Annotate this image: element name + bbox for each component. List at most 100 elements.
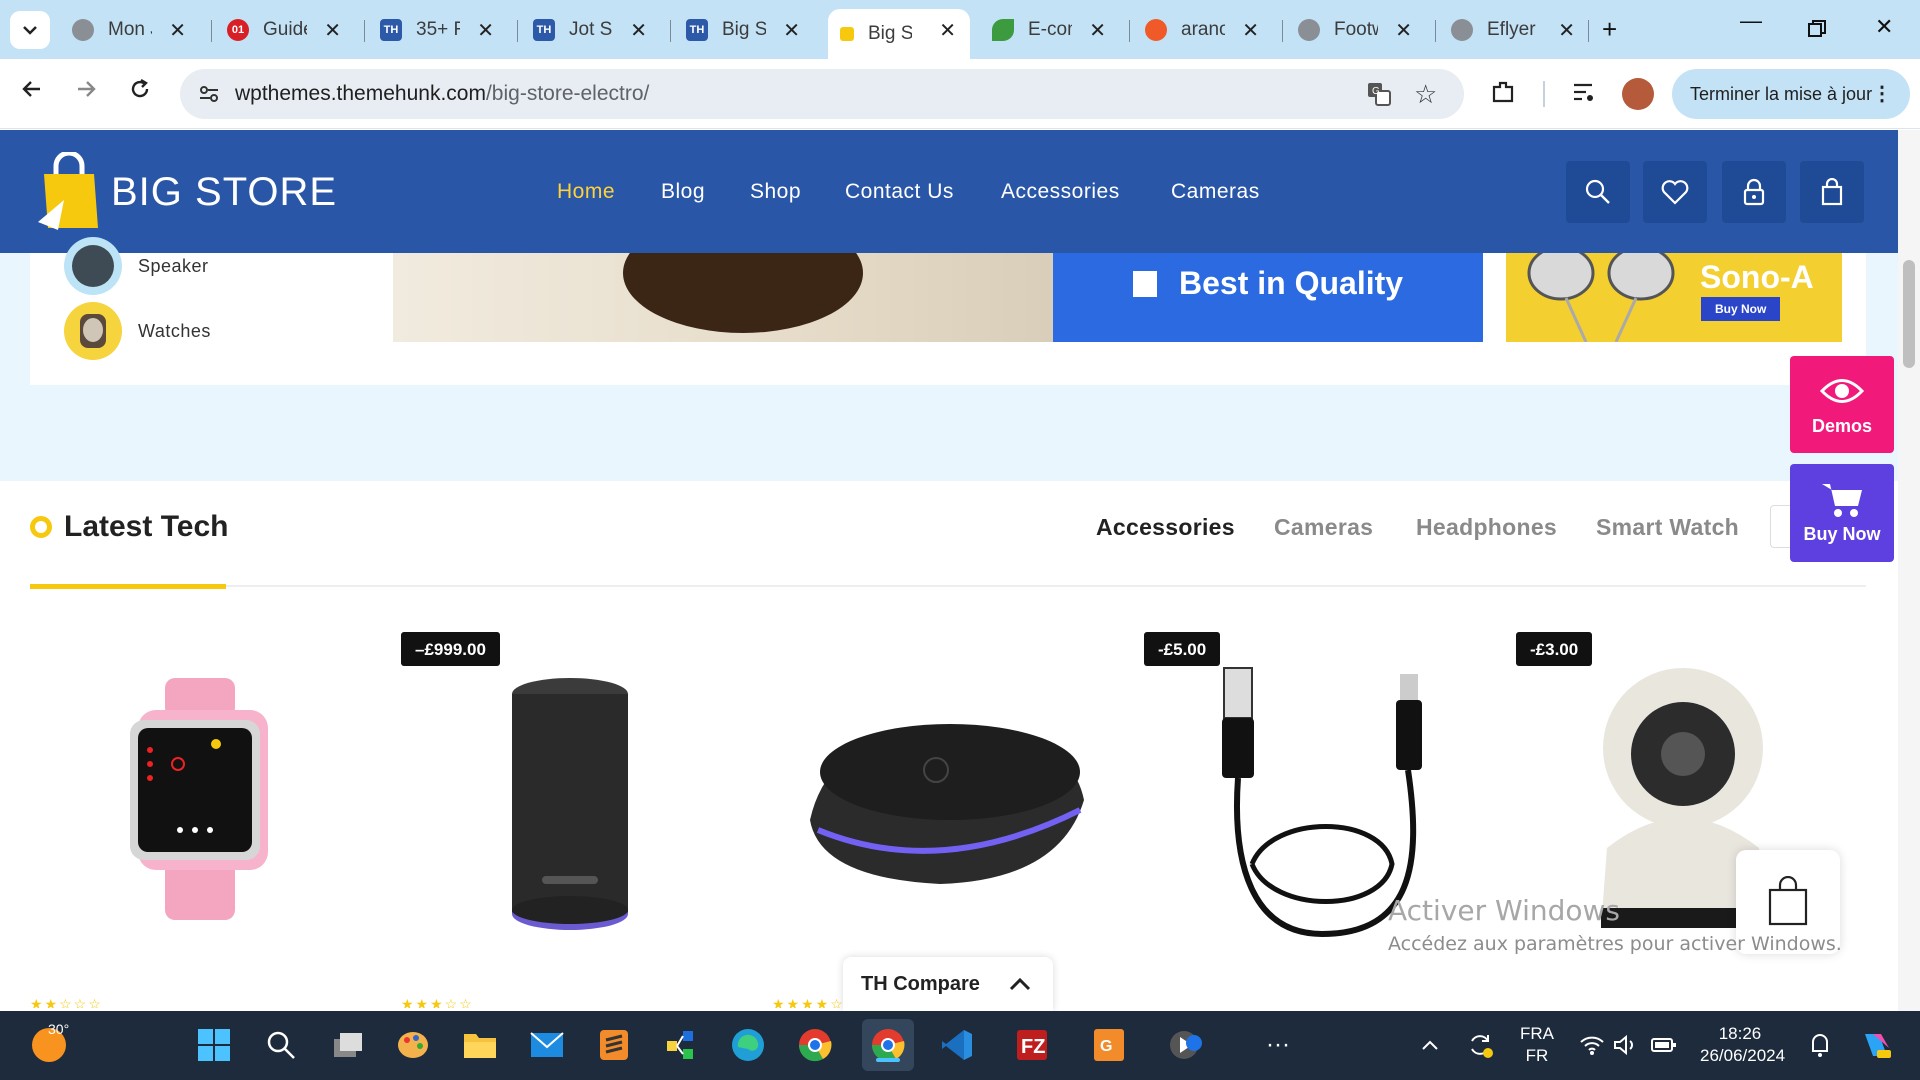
- profile-avatar[interactable]: [1622, 78, 1654, 110]
- more-apps-icon[interactable]: ···: [1258, 1025, 1298, 1065]
- browser-tab[interactable]: 01 Guide ✕: [215, 9, 355, 51]
- copilot-icon[interactable]: [1856, 1025, 1896, 1065]
- buy-now-button[interactable]: Buy Now: [1790, 464, 1894, 562]
- category-speaker[interactable]: Speaker: [64, 237, 209, 295]
- reload-icon[interactable]: [128, 77, 152, 108]
- search-icon[interactable]: [261, 1025, 301, 1065]
- cart-button[interactable]: [1800, 161, 1864, 223]
- tab-headphones[interactable]: Headphones: [1416, 514, 1557, 541]
- th-compare-bar[interactable]: TH Compare: [843, 957, 1053, 1011]
- close-tab-icon[interactable]: ✕: [169, 18, 186, 43]
- product-card-wireless-charger[interactable]: [800, 710, 1090, 895]
- category-label: Watches: [138, 320, 211, 341]
- browser-tab[interactable]: TH Jot Sh ✕: [521, 9, 661, 51]
- filezilla-icon[interactable]: FZ: [1012, 1025, 1052, 1065]
- close-tab-icon[interactable]: ✕: [1395, 18, 1412, 43]
- close-tab-icon[interactable]: ✕: [324, 18, 341, 43]
- account-button[interactable]: [1722, 161, 1786, 223]
- new-tab-icon[interactable]: +: [1602, 14, 1617, 45]
- tab-smart-watch[interactable]: Smart Watch: [1596, 514, 1739, 541]
- volume-icon[interactable]: [1606, 1025, 1646, 1065]
- forward-arrow-icon[interactable]: [74, 77, 98, 108]
- side-banner-buy-button[interactable]: Buy Now: [1701, 297, 1781, 321]
- sync-icon[interactable]: [1460, 1025, 1500, 1065]
- mail-icon[interactable]: [527, 1025, 567, 1065]
- network-app-icon[interactable]: [661, 1025, 701, 1065]
- browser-tab-active[interactable]: Big St ✕: [828, 9, 970, 59]
- activate-subtitle: Accédez aux paramètres pour activer Wind…: [1388, 933, 1842, 955]
- media-queue-icon[interactable]: [1572, 81, 1596, 108]
- keyboard-language[interactable]: FRA FR: [1520, 1023, 1554, 1067]
- system-clock[interactable]: 18:26 26/06/2024: [1700, 1023, 1785, 1067]
- tab-title: Eflyer: [1487, 19, 1536, 40]
- tab-title: Jot Sh: [569, 19, 613, 40]
- close-tab-icon[interactable]: ✕: [1242, 18, 1259, 43]
- restore-icon[interactable]: [1808, 18, 1826, 44]
- browser-tab[interactable]: TH 35+ F ✕: [368, 9, 508, 51]
- edge-browser-icon[interactable]: [728, 1025, 768, 1065]
- close-tab-icon[interactable]: ✕: [1558, 18, 1575, 43]
- translate-icon[interactable]: G: [1366, 81, 1392, 112]
- chrome-browser-icon[interactable]: [795, 1025, 835, 1065]
- product-card-pink-watch[interactable]: [120, 660, 280, 935]
- search-button[interactable]: [1566, 161, 1630, 223]
- tab-search-button[interactable]: [10, 11, 50, 49]
- tab-title: E-com: [1028, 19, 1072, 40]
- extensions-icon[interactable]: [1490, 79, 1516, 110]
- category-watches[interactable]: Watches: [64, 302, 211, 360]
- close-tab-icon[interactable]: ✕: [630, 18, 647, 43]
- media-player-icon[interactable]: [1166, 1025, 1206, 1065]
- browser-tab[interactable]: arano ✕: [1133, 9, 1273, 51]
- wishlist-button[interactable]: [1643, 161, 1707, 223]
- weather-temperature: 30°: [48, 1021, 70, 1037]
- paint-app-icon[interactable]: [393, 1025, 433, 1065]
- notifications-icon[interactable]: [1800, 1025, 1840, 1065]
- demos-button[interactable]: Demos: [1790, 356, 1894, 453]
- address-bar[interactable]: wpthemes.themehunk.com/big-store-electro…: [180, 69, 1464, 119]
- nav-home[interactable]: Home: [557, 180, 615, 204]
- browser-tab[interactable]: Footw ✕: [1286, 9, 1426, 51]
- site-favicon: TH: [380, 19, 402, 41]
- site-settings-icon[interactable]: [198, 83, 220, 110]
- scrollbar-thumb[interactable]: [1903, 260, 1915, 368]
- windows-start-icon[interactable]: [194, 1025, 234, 1065]
- sublime-text-icon[interactable]: [594, 1025, 634, 1065]
- nav-blog[interactable]: Blog: [661, 180, 705, 204]
- file-explorer-icon[interactable]: [460, 1025, 500, 1065]
- close-window-icon[interactable]: ✕: [1875, 14, 1893, 40]
- browser-tab[interactable]: TH Big St ✕: [674, 9, 814, 51]
- nav-accessories[interactable]: Accessories: [1001, 180, 1120, 204]
- page-scrollbar[interactable]: [1898, 130, 1920, 1011]
- browser-tab[interactable]: Eflyer ✕: [1439, 9, 1589, 51]
- battery-icon[interactable]: [1644, 1025, 1684, 1065]
- minimize-icon[interactable]: —: [1740, 8, 1762, 34]
- browser-tab[interactable]: Mon J ✕: [60, 9, 200, 51]
- tab-accessories[interactable]: Accessories: [1096, 514, 1235, 541]
- site-favicon: 01: [227, 19, 249, 41]
- product-card-speaker[interactable]: [500, 676, 640, 941]
- close-tab-icon[interactable]: ✕: [783, 18, 800, 43]
- tab-cameras[interactable]: Cameras: [1274, 514, 1373, 541]
- show-hidden-icons-chevron-up-icon[interactable]: [1410, 1025, 1450, 1065]
- nav-contact-us[interactable]: Contact Us: [845, 180, 954, 204]
- close-tab-icon[interactable]: ✕: [1089, 18, 1106, 43]
- hero-banner[interactable]: Best in Quality: [393, 253, 1483, 342]
- task-view-icon[interactable]: [328, 1025, 368, 1065]
- wireless-charger-image: [810, 724, 1084, 884]
- back-arrow-icon[interactable]: [20, 77, 44, 108]
- close-tab-icon[interactable]: ✕: [939, 18, 956, 43]
- nav-cameras[interactable]: Cameras: [1171, 180, 1260, 204]
- chevron-up-icon[interactable]: [1009, 977, 1031, 991]
- site-logo-text[interactable]: BIG STORE: [111, 170, 337, 215]
- pdf-app-icon[interactable]: G: [1089, 1025, 1129, 1065]
- logo-bag-icon[interactable]: [38, 150, 100, 230]
- nav-shop[interactable]: Shop: [750, 180, 801, 204]
- side-banner[interactable]: Sono-A Buy Now: [1506, 253, 1842, 342]
- vscode-icon[interactable]: [937, 1025, 977, 1065]
- bookmark-star-icon[interactable]: ☆: [1414, 79, 1437, 110]
- update-browser-button[interactable]: Terminer la mise à jour ⋮: [1672, 69, 1910, 119]
- more-menu-icon[interactable]: ⋮: [1872, 81, 1892, 106]
- chrome-active-window-icon[interactable]: [862, 1019, 914, 1071]
- close-tab-icon[interactable]: ✕: [477, 18, 494, 43]
- browser-tab[interactable]: E-com ✕: [980, 9, 1120, 51]
